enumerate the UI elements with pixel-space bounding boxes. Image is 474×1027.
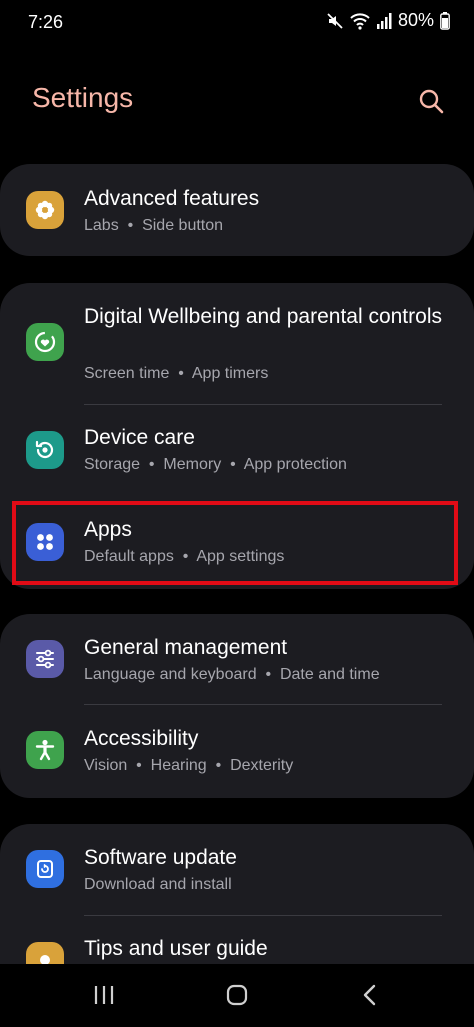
recent-apps-icon	[94, 986, 114, 1004]
status-bar: 7:26 80%	[0, 0, 474, 46]
refresh-ring-icon	[26, 431, 64, 469]
sliders-icon	[26, 640, 64, 678]
item-title: Software update	[84, 846, 237, 869]
item-subtitle: Vision • Hearing • Dexterity	[84, 757, 294, 774]
home-button[interactable]	[217, 978, 257, 1012]
item-title: General management	[84, 636, 288, 659]
item-title: Tips and user guide	[84, 937, 268, 960]
item-title: Digital Wellbeing and parental controls	[84, 305, 442, 328]
back-icon	[363, 984, 376, 1006]
settings-item-device-care[interactable]: Device care Storage • Memory • App prote…	[0, 405, 474, 497]
back-button[interactable]	[350, 978, 390, 1012]
settings-item-accessibility[interactable]: Accessibility Vision • Hearing • Dexteri…	[0, 705, 474, 798]
mute-icon	[326, 12, 344, 30]
item-subtitle: Language and keyboard • Date and time	[84, 666, 380, 683]
item-subtitle: Storage • Memory • App protection	[84, 456, 347, 473]
item-subtitle: Download and install	[84, 876, 232, 893]
item-title: Device care	[84, 426, 195, 449]
settings-item-software-update[interactable]: Software update Download and install	[0, 824, 474, 914]
search-icon	[419, 89, 444, 114]
status-icons: 80%	[326, 10, 450, 31]
settings-item-general-management[interactable]: General management Language and keyboard…	[0, 614, 474, 704]
settings-item-advanced-features[interactable]: Advanced features Labs • Side button	[0, 164, 474, 256]
recent-apps-button[interactable]	[84, 978, 124, 1012]
gear-flower-icon	[26, 191, 64, 229]
battery-icon	[440, 11, 450, 30]
home-icon	[226, 984, 248, 1006]
settings-card-wellbeing-group: Digital Wellbeing and parental controls …	[0, 283, 474, 589]
item-subtitle: Default apps • App settings	[84, 548, 285, 565]
settings-item-digital-wellbeing[interactable]: Digital Wellbeing and parental controls …	[0, 283, 474, 403]
four-dots-icon	[26, 523, 64, 561]
settings-card-advanced: Advanced features Labs • Side button	[0, 164, 474, 256]
heart-ring-icon	[26, 323, 64, 361]
settings-card-general-group: General management Language and keyboard…	[0, 614, 474, 798]
update-icon	[26, 850, 64, 888]
navigation-bar	[0, 964, 474, 1027]
settings-item-tips[interactable]: Tips and user guide	[0, 916, 474, 980]
item-subtitle: Labs • Side button	[84, 217, 224, 234]
item-subtitle: Screen time • App timers	[84, 365, 269, 382]
page-title: Settings	[32, 82, 134, 113]
item-title: Advanced features	[84, 187, 260, 210]
wifi-icon	[350, 12, 370, 30]
battery-text: 80%	[397, 10, 434, 30]
accessibility-person-icon	[26, 731, 64, 769]
item-title: Accessibility	[84, 727, 199, 750]
settings-item-apps[interactable]: Apps Default apps • App settings	[0, 497, 474, 589]
status-time: 7:26	[28, 12, 64, 32]
signal-icon	[376, 12, 392, 30]
search-button[interactable]	[414, 84, 448, 118]
item-title: Apps	[84, 518, 132, 541]
